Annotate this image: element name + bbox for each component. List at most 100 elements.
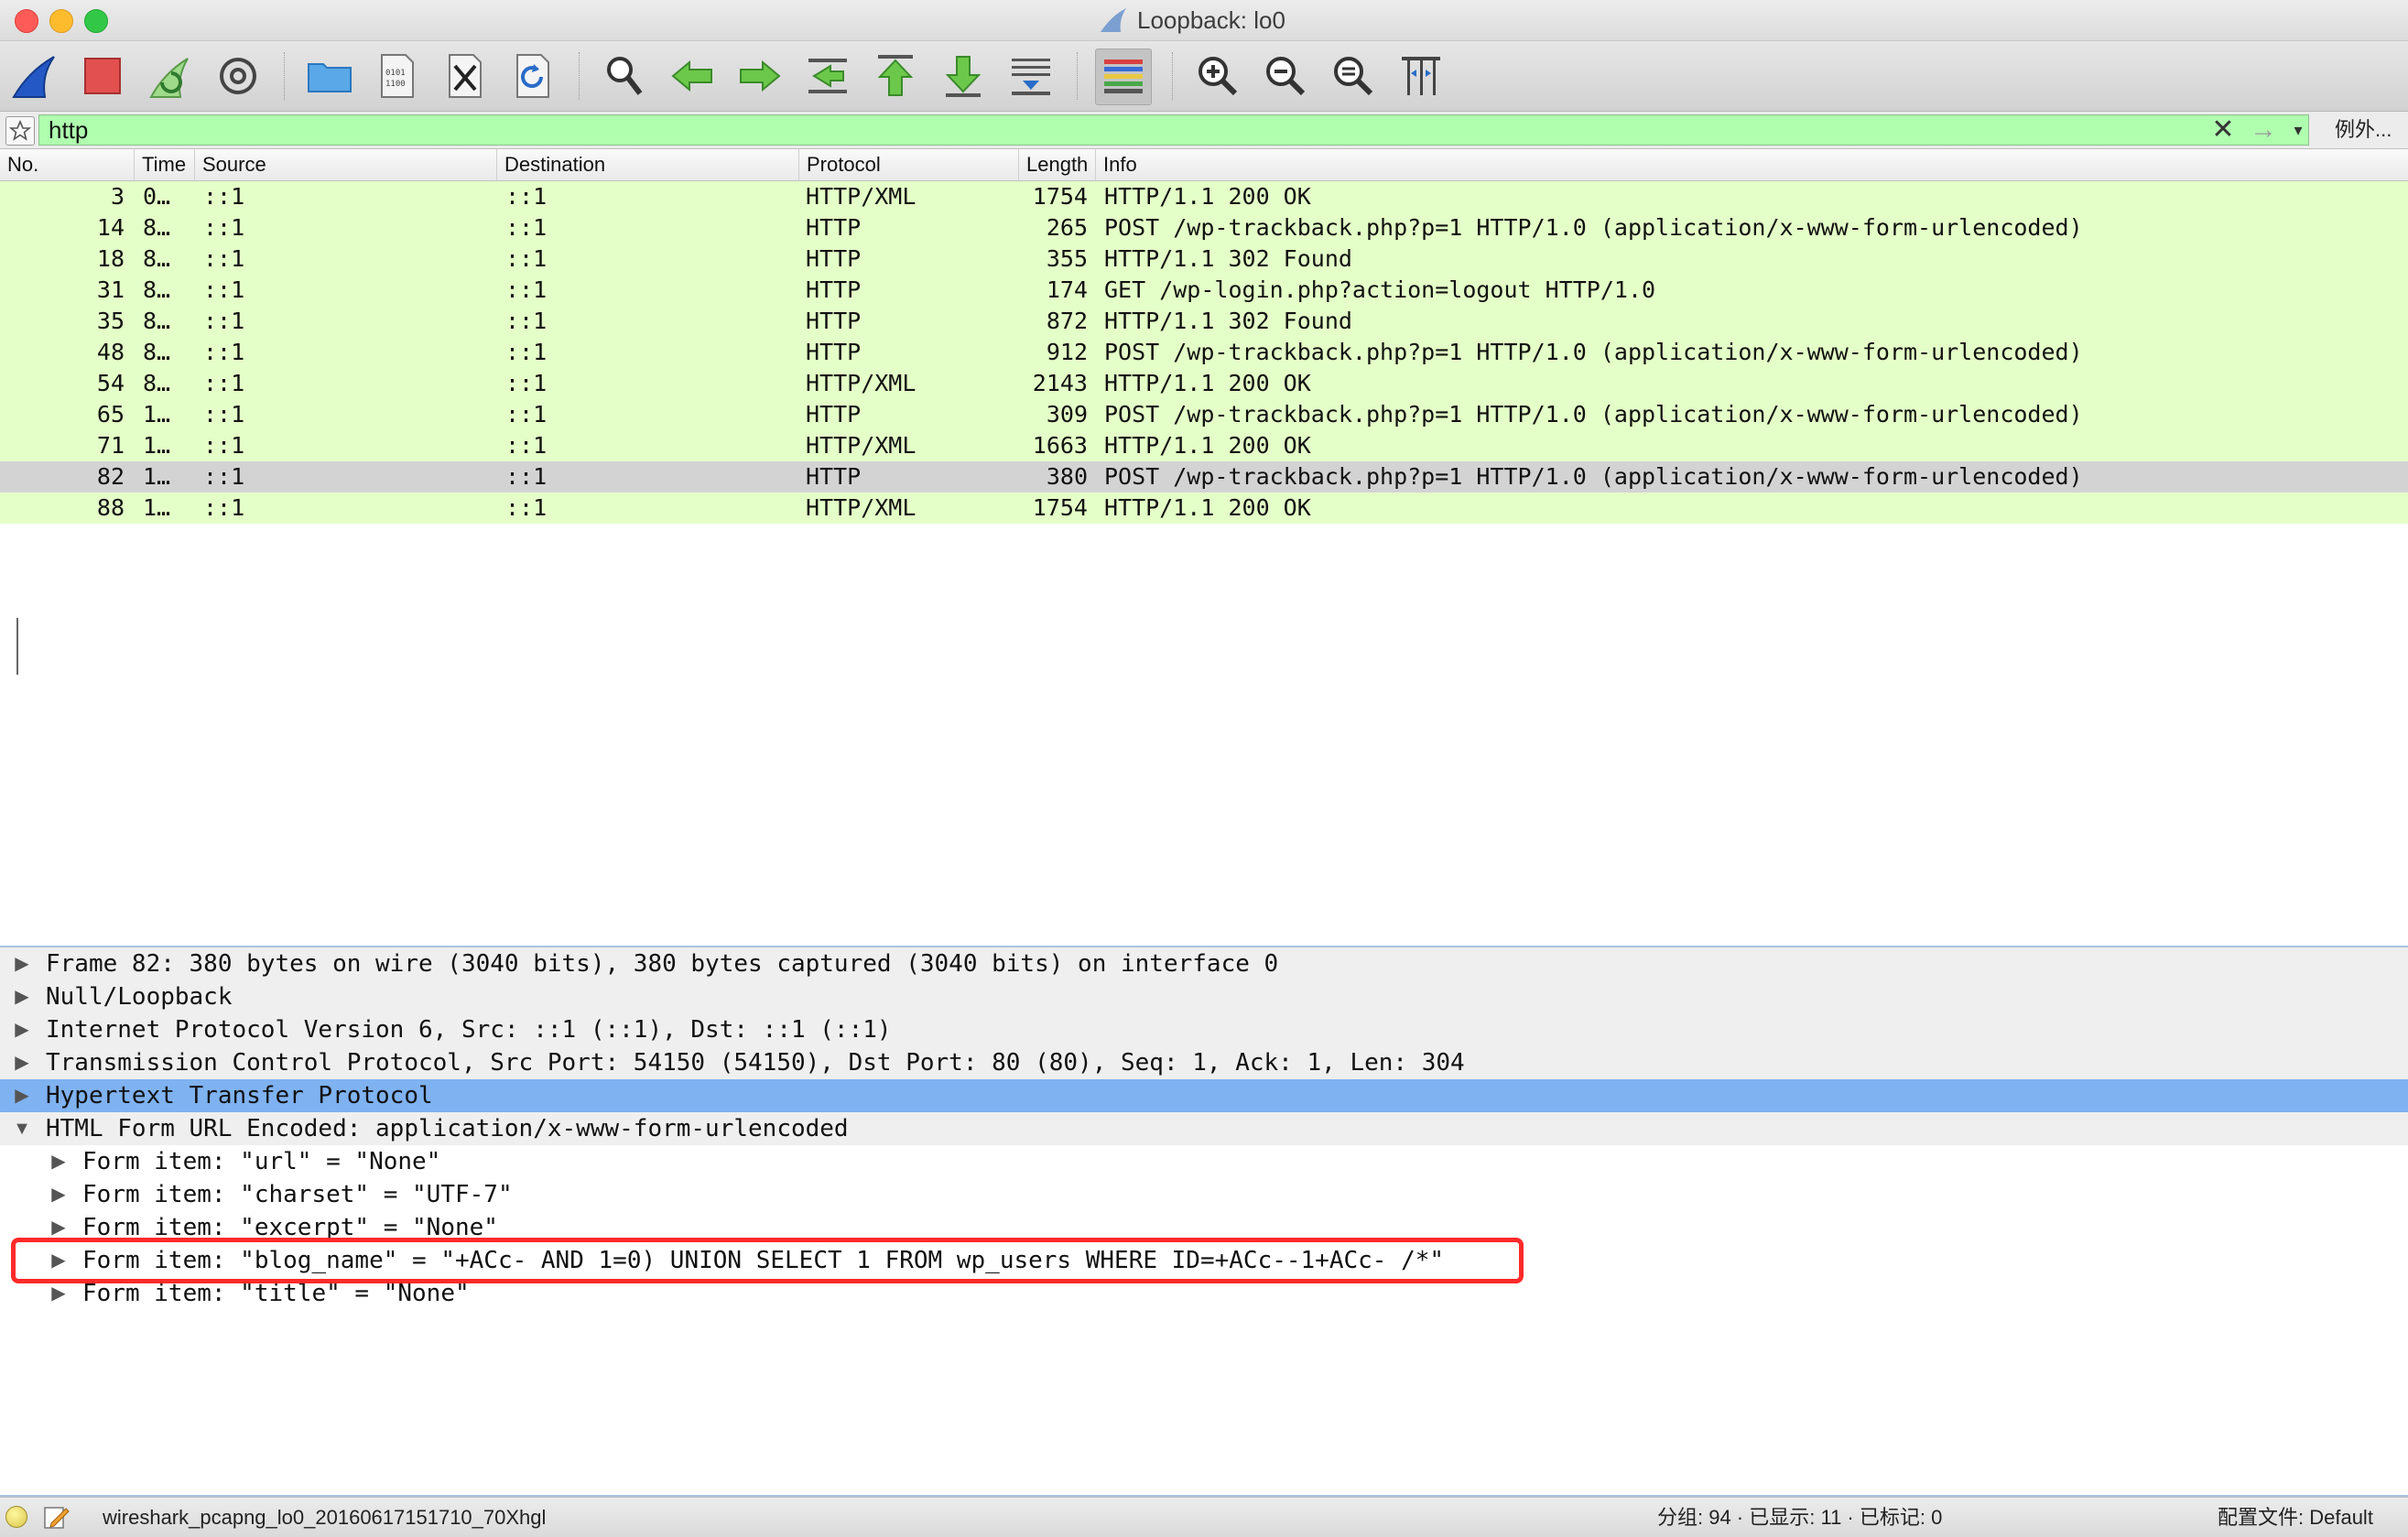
capture-comment-icon[interactable] xyxy=(42,1503,70,1531)
cell-no: 65 xyxy=(96,401,125,428)
capture-options-button[interactable] xyxy=(211,49,266,103)
clear-filter-button[interactable]: ✕ xyxy=(2210,116,2236,144)
cell-source: ::1 xyxy=(203,463,245,490)
cell-destination: ::1 xyxy=(505,245,548,272)
window-close-button[interactable] xyxy=(15,9,38,33)
filter-expression-button[interactable]: 例外... xyxy=(2335,117,2392,143)
cell-length: 174 xyxy=(1046,276,1088,303)
collapsed-arrow-icon[interactable]: ▶ xyxy=(11,1046,33,1079)
packet-row[interactable]: 18 8…::1::1 HTTP 355 HTTP/1.1 302 Found xyxy=(0,244,2408,275)
cell-destination: ::1 xyxy=(505,370,548,396)
packet-row[interactable]: 54 8…::1::1 HTTP/XML 2143 HTTP/1.1 200 OK xyxy=(0,368,2408,399)
packet-row[interactable]: 71 1…::1::1 HTTP/XML 1663 HTTP/1.1 200 OK xyxy=(0,430,2408,461)
restart-capture-button[interactable] xyxy=(143,49,198,103)
detail-item-text: HTML Form URL Encoded: application/x-www… xyxy=(46,1115,849,1142)
detail-tree-item[interactable]: ▶ Transmission Control Protocol, Src Port… xyxy=(0,1046,2408,1079)
toolbar-separator xyxy=(1172,52,1175,100)
colorize-button[interactable] xyxy=(1095,49,1152,105)
cell-protocol: HTTP/XML xyxy=(806,370,917,396)
detail-subtree-item[interactable]: ▶ Form item: "url" = "None" xyxy=(0,1145,2408,1178)
window-zoom-button[interactable] xyxy=(84,9,108,33)
auto-scroll-button[interactable] xyxy=(1003,49,1058,103)
open-file-button[interactable] xyxy=(302,49,357,103)
cell-time: 0… xyxy=(143,183,171,210)
collapsed-arrow-icon[interactable]: ▶ xyxy=(11,1079,33,1112)
start-capture-button[interactable] xyxy=(7,49,62,103)
cell-no: 71 xyxy=(96,432,125,459)
collapsed-arrow-icon[interactable]: ▶ xyxy=(11,1013,33,1046)
column-header-info[interactable]: Info xyxy=(1095,149,2408,180)
reload-icon xyxy=(516,54,549,98)
arrow-down-icon xyxy=(945,56,982,97)
filter-history-dropdown[interactable]: ▾ xyxy=(2287,117,2309,143)
collapsed-arrow-icon[interactable]: ▶ xyxy=(48,1178,70,1211)
related-packet-indicator xyxy=(16,618,18,675)
packet-row[interactable]: 88 1…::1::1 HTTP/XML 1754 HTTP/1.1 200 OK xyxy=(0,492,2408,524)
expanded-arrow-icon[interactable]: ▼ xyxy=(11,1112,33,1145)
packet-row[interactable]: 14 8…::1::1 HTTP 265 POST /wp-trackback.php?… xyxy=(0,212,2408,244)
configuration-profile[interactable]: 配置文件: Default xyxy=(2218,1498,2373,1537)
reload-file-button[interactable] xyxy=(505,49,560,103)
stop-capture-button[interactable] xyxy=(75,49,130,103)
cell-length: 355 xyxy=(1046,245,1088,272)
column-header-destination[interactable]: Destination xyxy=(496,149,798,180)
cell-no: 48 xyxy=(96,339,125,365)
arrow-left-icon xyxy=(671,60,712,92)
packet-row[interactable]: 31 8…::1::1 HTTP 174 GET /wp-login.php?actio… xyxy=(0,275,2408,306)
cell-protocol: HTTP xyxy=(806,308,862,334)
cell-no: 14 xyxy=(96,214,125,241)
find-packet-button[interactable] xyxy=(597,49,652,103)
collapsed-arrow-icon[interactable]: ▶ xyxy=(11,947,33,980)
packet-row[interactable]: 65 1…::1::1 HTTP 309 POST /wp-trackback.php?… xyxy=(0,399,2408,430)
zoom-out-button[interactable] xyxy=(1258,49,1313,103)
detail-item-text: Transmission Control Protocol, Src Port:… xyxy=(46,1049,1465,1077)
collapsed-arrow-icon[interactable]: ▶ xyxy=(48,1145,70,1178)
go-to-packet-button[interactable] xyxy=(800,49,855,103)
detail-tree-item[interactable]: ▶ Null/Loopback xyxy=(0,980,2408,1013)
cell-source: ::1 xyxy=(203,339,245,365)
go-first-button[interactable] xyxy=(868,49,923,103)
cell-time: 8… xyxy=(143,245,171,272)
goto-packet-icon xyxy=(808,59,847,93)
detail-tree-item[interactable]: ▼ HTML Form URL Encoded: application/x-ww… xyxy=(0,1112,2408,1145)
detail-tree-item[interactable]: ▶ Internet Protocol Version 6, Src: ::1 (… xyxy=(0,1013,2408,1046)
packet-row[interactable]: 48 8…::1::1 HTTP 912 POST /wp-trackback.php?… xyxy=(0,337,2408,368)
cell-protocol: HTTP/XML xyxy=(806,494,917,521)
zoom-normal-button[interactable] xyxy=(1326,49,1381,103)
shark-fin-icon xyxy=(1101,8,1126,32)
filter-bookmark-button[interactable] xyxy=(5,116,35,146)
packet-list: No. Time Source Destination Protocol Len… xyxy=(0,149,2408,947)
zoom-in-icon xyxy=(1199,57,1238,96)
column-header-time[interactable]: Time xyxy=(134,149,194,180)
display-filter-input[interactable]: http xyxy=(38,114,2309,146)
packet-row[interactable]: 3 0…::1::1 HTTP/XML 1754 HTTP/1.1 200 OK xyxy=(0,181,2408,212)
go-forward-button[interactable] xyxy=(732,49,787,103)
apply-filter-button[interactable]: → xyxy=(2245,116,2282,144)
resize-columns-button[interactable] xyxy=(1394,49,1448,103)
zoom-in-button[interactable] xyxy=(1190,49,1245,103)
save-file-button[interactable]: 0101 1100 xyxy=(370,49,425,103)
column-header-length[interactable]: Length xyxy=(1018,149,1095,180)
window-minimize-button[interactable] xyxy=(49,9,73,33)
close-file-button[interactable] xyxy=(438,49,493,103)
cell-destination: ::1 xyxy=(505,463,548,490)
cell-info: HTTP/1.1 200 OK xyxy=(1104,432,1311,459)
packet-row[interactable]: 35 8…::1::1 HTTP 872 HTTP/1.1 302 Found xyxy=(0,306,2408,337)
column-header-no[interactable]: No. xyxy=(0,149,134,180)
go-last-button[interactable] xyxy=(936,49,991,103)
expert-info-indicator[interactable] xyxy=(5,1506,27,1528)
cell-info: POST /wp-trackback.php?p=1 HTTP/1.0 (app… xyxy=(1104,463,2083,490)
cell-destination: ::1 xyxy=(505,494,548,521)
column-header-source[interactable]: Source xyxy=(194,149,496,180)
detail-tree-item[interactable]: ▶ Hypertext Transfer Protocol xyxy=(0,1079,2408,1112)
column-header-protocol[interactable]: Protocol xyxy=(798,149,1018,180)
packet-row[interactable]: 82 1…::1::1 HTTP 380 POST /wp-trackback.php?… xyxy=(0,461,2408,492)
cell-info: HTTP/1.1 200 OK xyxy=(1104,183,1311,210)
detail-subtree-item[interactable]: ▶ Form item: "charset" = "UTF-7" xyxy=(0,1178,2408,1211)
detail-tree-item[interactable]: ▶ Frame 82: 380 bytes on wire (3040 bits)… xyxy=(0,947,2408,980)
collapsed-arrow-icon[interactable]: ▶ xyxy=(11,980,33,1013)
cell-length: 309 xyxy=(1046,401,1088,428)
display-filter-bar: http ✕ → ▾ 例外... xyxy=(0,112,2408,149)
svg-text:0101: 0101 xyxy=(385,69,406,78)
go-back-button[interactable] xyxy=(665,49,720,103)
